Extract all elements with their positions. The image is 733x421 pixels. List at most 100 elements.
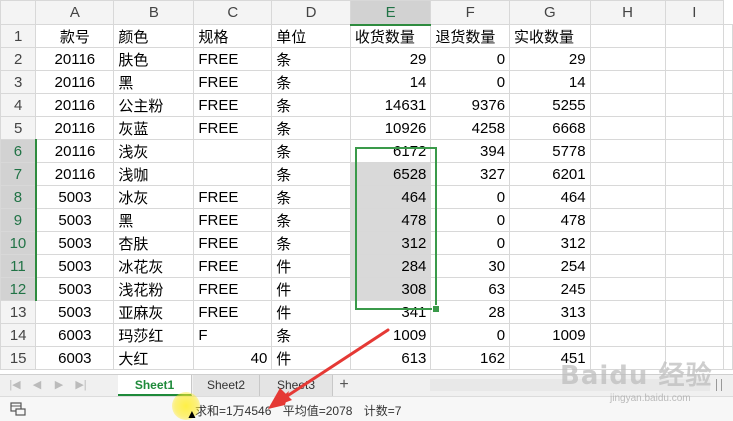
cell-c[interactable]: FREE: [193, 185, 273, 209]
cell-i[interactable]: [664, 47, 725, 71]
cell-j[interactable]: [723, 116, 733, 140]
cell-c[interactable]: F: [193, 323, 273, 347]
cell-c[interactable]: 40: [193, 346, 273, 370]
cell-d[interactable]: 单位: [271, 24, 351, 48]
row-header[interactable]: 12: [0, 277, 37, 301]
cell-a[interactable]: 20116: [35, 47, 115, 71]
row-header[interactable]: 15: [0, 346, 37, 370]
cell-e[interactable]: 10926: [349, 116, 432, 140]
cell-j[interactable]: [723, 323, 733, 347]
prev-sheet-icon[interactable]: ◀: [30, 378, 44, 392]
cell-f[interactable]: 0: [430, 208, 511, 232]
row-header[interactable]: 8: [0, 185, 37, 209]
cell-d[interactable]: 件: [271, 346, 351, 370]
cell-c[interactable]: FREE: [193, 116, 273, 140]
cell-i[interactable]: [664, 323, 725, 347]
tab-sheet3[interactable]: Sheet3: [260, 375, 333, 396]
cell-g[interactable]: 6201: [509, 162, 591, 186]
cell-j[interactable]: [723, 139, 733, 163]
column-header-g[interactable]: G: [509, 0, 591, 25]
row-header[interactable]: 4: [0, 93, 37, 117]
cell-j[interactable]: [723, 93, 733, 117]
cell-b[interactable]: 亚麻灰: [113, 300, 195, 324]
cell-d[interactable]: 条: [271, 116, 351, 140]
cell-j[interactable]: [723, 254, 733, 278]
cell-h[interactable]: [589, 185, 666, 209]
cell-a[interactable]: 6003: [35, 346, 115, 370]
cell-i[interactable]: [664, 277, 725, 301]
cell-h[interactable]: [589, 208, 666, 232]
cell-d[interactable]: 条: [271, 208, 351, 232]
cell-table[interactable]: A B C D E F G H I 1 款号 颜色 规格 单位 收货数量 退货数量 实收数量 2…: [0, 0, 733, 370]
cell-e[interactable]: 收货数量: [349, 24, 432, 48]
cell-f[interactable]: 0: [430, 231, 511, 255]
cell-b[interactable]: 黑: [113, 70, 195, 94]
cell-c[interactable]: FREE: [193, 93, 273, 117]
column-header-a[interactable]: A: [35, 0, 115, 25]
cell-g[interactable]: 1009: [509, 323, 591, 347]
row-header[interactable]: 13: [0, 300, 37, 324]
cell-b[interactable]: 冰灰: [113, 185, 195, 209]
cell-c[interactable]: FREE: [193, 300, 273, 324]
cell-i[interactable]: [664, 162, 725, 186]
cell-c[interactable]: FREE: [193, 70, 273, 94]
cell-j[interactable]: [723, 277, 733, 301]
cell-c[interactable]: [193, 139, 273, 163]
cell-d[interactable]: 条: [271, 70, 351, 94]
column-header-b[interactable]: B: [113, 0, 195, 25]
cell-g[interactable]: 5778: [509, 139, 591, 163]
cell-a[interactable]: 5003: [35, 208, 115, 232]
row-header[interactable]: 3: [0, 70, 37, 94]
cell-a[interactable]: 5003: [35, 185, 115, 209]
tab-sheet2[interactable]: Sheet2: [193, 375, 260, 396]
row-header[interactable]: 2: [0, 47, 37, 71]
cell-i[interactable]: [664, 70, 725, 94]
cell-b[interactable]: 黑: [113, 208, 195, 232]
cell-f[interactable]: 9376: [430, 93, 511, 117]
cell-a[interactable]: 5003: [35, 277, 115, 301]
cell-f[interactable]: 63: [430, 277, 511, 301]
add-sheet-button[interactable]: +: [334, 375, 354, 396]
cell-e[interactable]: 1009: [349, 323, 432, 347]
last-sheet-icon[interactable]: ▶|: [74, 378, 88, 392]
cell-d[interactable]: 条: [271, 162, 351, 186]
cell-d[interactable]: 条: [271, 323, 351, 347]
cell-d[interactable]: 件: [271, 300, 351, 324]
row-header[interactable]: 6: [0, 139, 37, 163]
cell-j[interactable]: [723, 47, 733, 71]
cell-b[interactable]: 浅花粉: [113, 277, 195, 301]
cell-h[interactable]: [589, 162, 666, 186]
row-header[interactable]: 11: [0, 254, 37, 278]
cell-i[interactable]: [664, 208, 725, 232]
cell-a[interactable]: 20116: [35, 116, 115, 140]
cell-c[interactable]: FREE: [193, 208, 273, 232]
cell-g[interactable]: 29: [509, 47, 591, 71]
cell-e[interactable]: 6528: [349, 162, 432, 186]
cell-e[interactable]: 312: [349, 231, 432, 255]
cell-d[interactable]: 条: [271, 139, 351, 163]
cell-h[interactable]: [589, 254, 666, 278]
cell-d[interactable]: 条: [271, 47, 351, 71]
next-sheet-icon[interactable]: ▶: [52, 378, 66, 392]
cell-b[interactable]: 浅咖: [113, 162, 195, 186]
cell-b[interactable]: 杏肤: [113, 231, 195, 255]
cell-f[interactable]: 327: [430, 162, 511, 186]
cell-b[interactable]: 玛莎红: [113, 323, 195, 347]
cell-g[interactable]: 254: [509, 254, 591, 278]
cell-a[interactable]: 5003: [35, 300, 115, 324]
column-header-f[interactable]: F: [430, 0, 511, 25]
column-header-d[interactable]: D: [271, 0, 351, 25]
cell-d[interactable]: 件: [271, 277, 351, 301]
cell-g[interactable]: 313: [509, 300, 591, 324]
cell-e[interactable]: 478: [349, 208, 432, 232]
cell-a[interactable]: 5003: [35, 254, 115, 278]
cell-f[interactable]: 0: [430, 185, 511, 209]
cell-h[interactable]: [589, 116, 666, 140]
cell-i[interactable]: [664, 24, 725, 48]
cell-e[interactable]: 14: [349, 70, 432, 94]
cell-h[interactable]: [589, 47, 666, 71]
cell-f[interactable]: 28: [430, 300, 511, 324]
cell-i[interactable]: [664, 116, 725, 140]
cell-a[interactable]: 20116: [35, 70, 115, 94]
column-header-i[interactable]: I: [664, 0, 725, 25]
